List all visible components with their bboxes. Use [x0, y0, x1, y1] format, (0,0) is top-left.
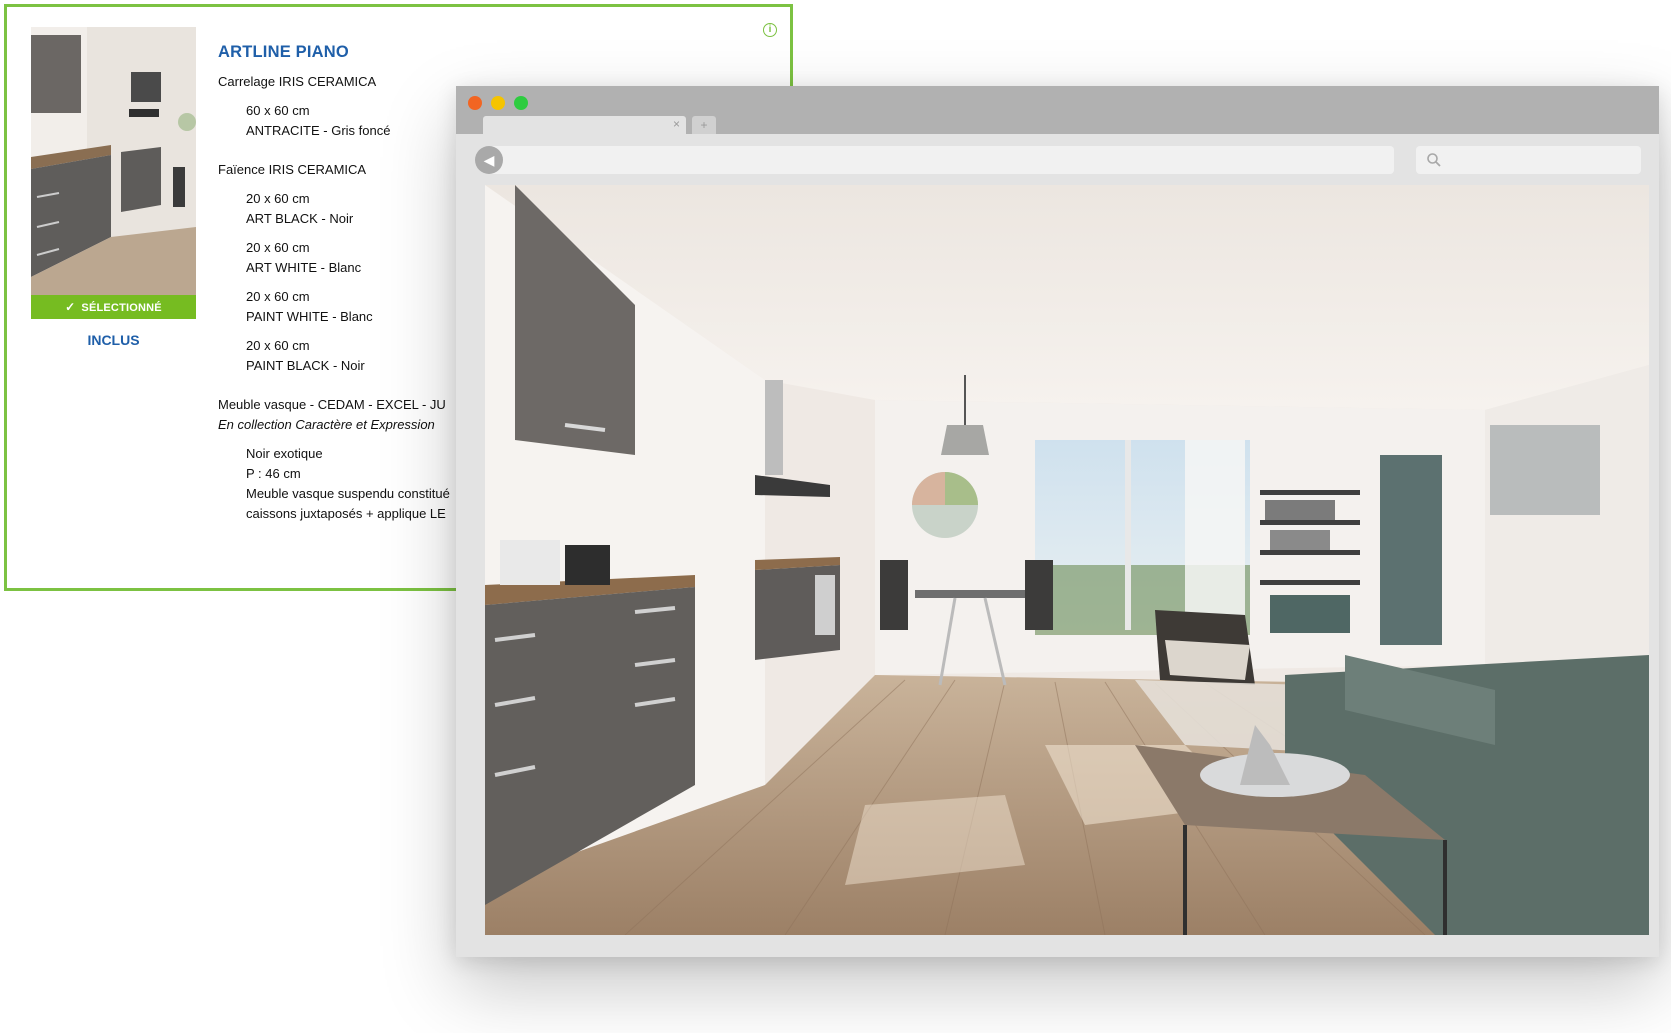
included-label: INCLUS: [87, 332, 140, 348]
spec-line: Noir exotique: [246, 446, 323, 461]
spec-heading: Carrelage IRIS CERAMICA: [218, 74, 377, 89]
spec-line: P : 46 cm: [246, 466, 301, 481]
info-icon[interactable]: i: [763, 23, 777, 37]
spec-line: 60 x 60 cm: [246, 103, 310, 118]
spec-line: 20 x 60 cm: [246, 240, 310, 255]
spec-line: Meuble vasque suspendu constitué: [246, 486, 450, 501]
spec-line: ART WHITE - Blanc: [246, 260, 362, 275]
selected-badge: ✓ SÉLECTIONNÉ: [31, 295, 196, 319]
selected-label: SÉLECTIONNÉ: [81, 302, 162, 314]
spec-heading: Faïence IRIS CERAMICA: [218, 162, 367, 177]
minimize-window-dot[interactable]: [491, 96, 505, 110]
browser-titlebar: × +: [456, 86, 1659, 134]
spec-line: 20 x 60 cm: [246, 289, 310, 304]
browser-window: × + ◀: [456, 86, 1659, 957]
spec-heading: Meuble vasque - CEDAM - EXCEL - JU: [218, 397, 446, 412]
spec-line: 20 x 60 cm: [246, 338, 310, 353]
spec-line: ART BLACK - Noir: [246, 211, 354, 226]
spec-line: caissons juxtaposés + applique LE: [246, 506, 446, 521]
search-bar[interactable]: [1416, 146, 1641, 174]
product-title: ARTLINE PIANO: [218, 43, 349, 61]
spec-line: PAINT BLACK - Noir: [246, 358, 365, 373]
close-window-dot[interactable]: [468, 96, 482, 110]
address-bar[interactable]: [488, 146, 1394, 174]
maximize-window-dot[interactable]: [514, 96, 528, 110]
new-tab-button[interactable]: +: [692, 116, 716, 134]
spec-line: ANTRACITE - Gris foncé: [246, 123, 391, 138]
check-icon: ✓: [65, 300, 76, 314]
close-tab-icon[interactable]: ×: [673, 117, 680, 131]
browser-tab[interactable]: ×: [483, 116, 686, 134]
spec-line: PAINT WHITE - Blanc: [246, 309, 373, 324]
search-icon: [1427, 153, 1441, 167]
spec-note: En collection Caractère et Expression: [218, 417, 435, 432]
interior-3d-render[interactable]: [485, 185, 1649, 935]
back-button[interactable]: ◀: [475, 146, 503, 174]
spec-line: 20 x 60 cm: [246, 191, 310, 206]
product-thumbnail[interactable]: [31, 27, 196, 297]
